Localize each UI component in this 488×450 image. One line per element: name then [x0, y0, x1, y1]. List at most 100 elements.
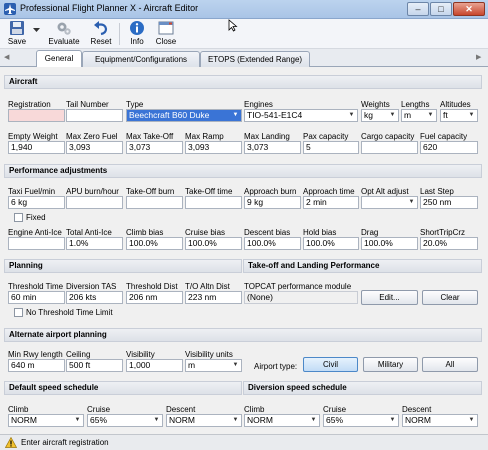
airport-type-label: Airport type: — [254, 362, 298, 371]
ceiling-field[interactable]: 500 ft — [66, 359, 123, 372]
chevron-down-icon: ▼ — [153, 417, 160, 423]
close-window-button[interactable]: ✕ — [453, 2, 485, 16]
default-climb-select[interactable]: NORM ▼ — [8, 414, 84, 427]
default-climb-label: Climb — [8, 405, 29, 414]
climb-bias-label: Climb bias — [126, 228, 164, 237]
chevron-down-icon: ▼ — [310, 417, 317, 423]
max-ramp-label: Max Ramp — [185, 132, 224, 141]
chevron-down-icon: ▼ — [232, 112, 239, 118]
diversion-climb-select[interactable]: NORM ▼ — [244, 414, 320, 427]
close-window-icon — [158, 21, 174, 35]
reset-button[interactable]: Reset — [90, 20, 112, 46]
hold-bias-field[interactable]: 100.0% — [303, 237, 359, 250]
tab-etops[interactable]: ETOPS (Extended Range) — [200, 51, 310, 67]
airport-type-military-button[interactable]: Military — [363, 357, 418, 372]
diversion-tas-label: Diversion TAS — [66, 282, 117, 291]
opt-alt-adjust-select[interactable]: ▼ — [361, 196, 418, 209]
clear-topcat-button[interactable]: Clear — [422, 290, 478, 305]
default-cruise-select[interactable]: 65% ▼ — [87, 414, 163, 427]
registration-label: Registration — [8, 100, 51, 109]
diversion-climb-label: Climb — [244, 405, 265, 414]
drag-label: Drag — [361, 228, 379, 237]
opt-alt-adjust-label: Opt Alt adjust — [361, 187, 409, 196]
type-select[interactable]: Beechcraft B60 Duke ▼ — [126, 109, 242, 122]
weights-select[interactable]: kg ▼ — [361, 109, 399, 122]
close-button[interactable]: Close — [155, 20, 177, 46]
drag-field[interactable]: 100.0% — [361, 237, 418, 250]
last-step-field[interactable]: 250 nm — [420, 196, 478, 209]
apu-burn-field[interactable] — [66, 196, 123, 209]
section-alternate-airport-planning: Alternate airport planning — [4, 328, 482, 342]
fixed-checkbox[interactable] — [14, 213, 23, 222]
tab-bar: ◀ General Equipment/Configurations ETOPS… — [0, 49, 488, 67]
climb-bias-field[interactable]: 100.0% — [126, 237, 183, 250]
short-trip-crz-field[interactable]: 20.0% — [420, 237, 478, 250]
tab-general[interactable]: General — [36, 50, 82, 67]
diversion-cruise-select[interactable]: 65% ▼ — [323, 414, 399, 427]
no-threshold-limit-checkbox[interactable] — [14, 308, 23, 317]
visibility-units-select[interactable]: m ▼ — [185, 359, 242, 372]
max-zero-fuel-field[interactable]: 3,093 — [66, 141, 123, 154]
airport-type-civil-button[interactable]: Civil — [303, 357, 358, 372]
default-descent-select[interactable]: NORM ▼ — [166, 414, 242, 427]
chevron-down-icon: ▼ — [408, 199, 415, 205]
general-tab-content: Aircraft Registration Tail Number Type B… — [4, 71, 482, 432]
engines-select[interactable]: TIO-541-E1C4 ▼ — [244, 109, 358, 122]
tab-equipment-configurations[interactable]: Equipment/Configurations — [82, 51, 200, 67]
tab-scroll-left-icon[interactable]: ◀ — [4, 53, 9, 61]
taxi-fuel-field[interactable]: 6 kg — [8, 196, 65, 209]
diversion-tas-field[interactable]: 206 kts — [66, 291, 123, 304]
min-rwy-length-field[interactable]: 640 m — [8, 359, 65, 372]
chevron-down-icon[interactable] — [33, 27, 40, 33]
max-ramp-field[interactable]: 3,093 — [185, 141, 242, 154]
evaluate-button[interactable]: Evaluate — [48, 20, 80, 46]
max-takeoff-field[interactable]: 3,073 — [126, 141, 183, 154]
diversion-descent-select[interactable]: NORM ▼ — [402, 414, 478, 427]
chevron-down-icon: ▼ — [232, 362, 239, 368]
approach-burn-field[interactable]: 9 kg — [244, 196, 301, 209]
max-landing-field[interactable]: 3,073 — [244, 141, 301, 154]
total-anti-ice-field[interactable]: 1.0% — [66, 237, 123, 250]
info-button[interactable]: Info — [127, 20, 147, 46]
minimize-button[interactable]: – — [407, 2, 429, 16]
info-icon — [130, 21, 144, 35]
cargo-capacity-field[interactable] — [361, 141, 418, 154]
threshold-time-field[interactable]: 60 min — [8, 291, 65, 304]
section-performance-adjustments: Performance adjustments — [4, 164, 482, 178]
tail-number-field[interactable] — [66, 109, 123, 122]
section-default-speed-schedule: Default speed schedule — [4, 381, 242, 395]
registration-field[interactable] — [8, 109, 65, 122]
threshold-time-label: Threshold Time — [8, 282, 64, 291]
fuel-capacity-field[interactable]: 620 — [420, 141, 478, 154]
visibility-field[interactable]: 1,000 — [126, 359, 183, 372]
to-altn-dist-field[interactable]: 223 nm — [185, 291, 242, 304]
approach-time-field[interactable]: 2 min — [303, 196, 359, 209]
threshold-dist-label: Threshold Dist — [126, 282, 178, 291]
empty-weight-label: Empty Weight — [8, 132, 58, 141]
section-aircraft: Aircraft — [4, 75, 482, 89]
diversion-descent-label: Descent — [402, 405, 432, 414]
airplane-icon — [4, 3, 16, 15]
altitudes-select[interactable]: ft ▼ — [440, 109, 478, 122]
takeoff-time-field[interactable] — [185, 196, 242, 209]
empty-weight-field[interactable]: 1,940 — [8, 141, 65, 154]
engine-anti-ice-field[interactable] — [8, 237, 65, 250]
edit-topcat-button[interactable]: Edit... — [361, 290, 418, 305]
engines-label: Engines — [244, 100, 273, 109]
warning-icon — [5, 437, 17, 448]
gears-icon — [57, 22, 71, 35]
descent-bias-field[interactable]: 100.0% — [244, 237, 301, 250]
lengths-select[interactable]: m ▼ — [401, 109, 437, 122]
threshold-dist-field[interactable]: 206 nm — [126, 291, 183, 304]
pax-capacity-field[interactable]: 5 — [303, 141, 359, 154]
topcat-module-label: TOPCAT performance module — [244, 282, 352, 291]
pax-capacity-label: Pax capacity — [303, 132, 349, 141]
cruise-bias-label: Cruise bias — [185, 228, 226, 237]
type-label: Type — [126, 100, 144, 109]
tab-scroll-right-icon[interactable]: ▶ — [476, 53, 481, 61]
save-button[interactable]: Save — [6, 20, 28, 46]
airport-type-all-button[interactable]: All — [422, 357, 478, 372]
takeoff-burn-field[interactable] — [126, 196, 183, 209]
maximize-button[interactable]: □ — [430, 2, 452, 16]
cruise-bias-field[interactable]: 100.0% — [185, 237, 242, 250]
